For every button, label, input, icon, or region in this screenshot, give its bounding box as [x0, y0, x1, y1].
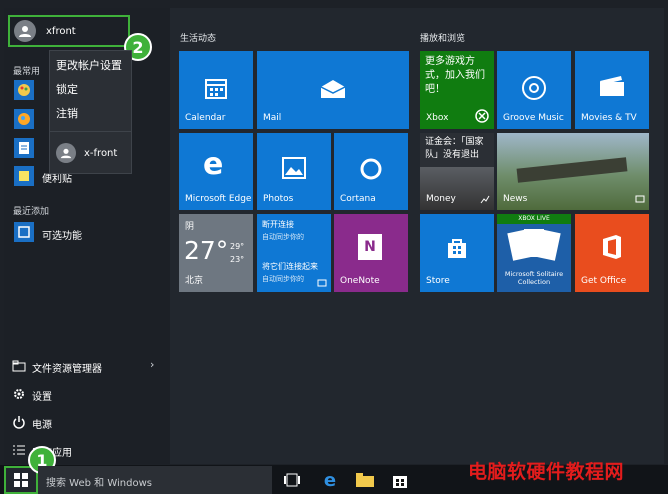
paint3d-app-icon[interactable] — [14, 109, 34, 129]
onenote-tile[interactable]: N OneNote — [334, 214, 408, 292]
news-image — [516, 157, 628, 183]
news-tile[interactable]: News — [497, 133, 649, 210]
groove-icon — [522, 76, 546, 100]
xbox-label: Xbox — [426, 113, 449, 123]
edge-label: Microsoft Edge — [185, 194, 252, 204]
movies-tile[interactable]: Movies & TV — [575, 51, 649, 129]
store-tile[interactable]: Store — [420, 214, 494, 292]
file-explorer-item[interactable]: 文件资源管理器 › — [12, 358, 162, 375]
onenote-label: OneNote — [340, 276, 380, 286]
folder-icon — [12, 360, 26, 372]
other-user-name: x-front — [84, 147, 118, 159]
cortana-label: Cortana — [340, 194, 376, 204]
account-flyout: 更改帐户设置 锁定 注销 x-front — [49, 50, 132, 174]
most-used-heading: 最常用 — [13, 67, 41, 77]
xbox-icon — [475, 109, 489, 123]
section-title-play: 播放和浏览 — [420, 34, 466, 44]
change-account-settings-item[interactable]: 更改帐户设置 — [56, 57, 122, 73]
money-label: Money — [426, 194, 456, 204]
store-bag-icon — [448, 239, 466, 258]
user-name: xfront — [46, 25, 76, 37]
gear-icon — [14, 389, 24, 399]
weather-low: 23° — [230, 255, 245, 264]
settings-item[interactable]: 设置 — [12, 386, 162, 403]
task-view-icon[interactable] — [282, 470, 302, 490]
xbox-promo-text: 更多游戏方式，加入我们吧！ — [425, 56, 485, 95]
recently-added-heading: 最近添加 — [13, 207, 50, 217]
xbox-tile[interactable]: 更多游戏方式，加入我们吧！ Xbox — [420, 51, 494, 129]
mail-icon — [320, 80, 346, 98]
groove-tile[interactable]: Groove Music — [497, 51, 571, 129]
weather-temp: 27° — [184, 236, 229, 265]
solitaire-label: Microsoft Solitaire Collection — [504, 270, 564, 286]
playing-card-icon — [535, 229, 561, 261]
power-icon — [13, 416, 25, 429]
notepad-app-icon[interactable] — [14, 138, 34, 158]
file-explorer-taskbar-icon[interactable] — [355, 470, 375, 490]
user-avatar-icon — [14, 20, 36, 42]
photos-icon — [282, 157, 306, 179]
search-box[interactable]: 搜索 Web 和 Windows — [38, 466, 272, 494]
site-watermark: 电脑软硬件教程网 — [468, 461, 625, 483]
settings-label: 设置 — [32, 392, 52, 403]
weather-city: 北京 — [185, 276, 204, 286]
store-label: Store — [426, 276, 450, 286]
solitaire-tile[interactable]: XBOX LIVE Microsoft Solitaire Collection — [497, 214, 571, 292]
chart-icon — [480, 195, 490, 204]
section-title-life: 生活动态 — [180, 34, 217, 44]
power-item[interactable]: 电源 — [12, 414, 162, 431]
optional-features-icon[interactable] — [14, 222, 34, 242]
onenote-icon: N — [358, 234, 382, 260]
calendar-icon — [205, 79, 227, 99]
store-taskbar-icon[interactable] — [390, 470, 410, 490]
mail-label: Mail — [263, 113, 282, 123]
cortana-icon — [360, 158, 382, 180]
get-office-label: Get Office — [581, 276, 627, 286]
sign-out-item[interactable]: 注销 — [56, 105, 78, 121]
weather-high: 29° — [230, 242, 245, 251]
weather-tile[interactable]: 阴 27° 29° 23° 北京 — [179, 214, 253, 292]
photos-label: Photos — [263, 194, 294, 204]
flyout-divider — [50, 131, 131, 132]
clapperboard-icon — [600, 76, 624, 96]
news-sync-title-top: 断开连接 — [262, 220, 294, 229]
sticky-notes-app-icon[interactable] — [14, 166, 34, 186]
file-explorer-label: 文件资源管理器 — [32, 364, 102, 375]
get-office-tile[interactable]: Get Office — [575, 214, 649, 292]
user-account-button[interactable]: xfront — [8, 15, 130, 47]
calendar-label: Calendar — [185, 113, 226, 123]
news-sync-tile[interactable]: 断开连接 自动同步你的 将它们连接起来 自动同步你的 — [257, 214, 331, 292]
weather-condition: 阴 — [185, 222, 195, 232]
windows-logo-icon — [14, 473, 28, 487]
sync-icon — [317, 279, 327, 287]
cortana-tile[interactable]: Cortana — [334, 133, 408, 210]
money-tile[interactable]: 证金会：「国家队」没有退出 Money — [420, 133, 494, 210]
mail-tile[interactable]: Mail — [257, 51, 409, 129]
office-icon — [603, 235, 621, 259]
chevron-right-icon: › — [150, 358, 155, 371]
switch-user-item[interactable]: x-front — [56, 143, 117, 163]
list-icon — [13, 445, 25, 455]
edge-icon: e — [203, 147, 224, 182]
groove-label: Groove Music — [503, 113, 564, 123]
other-user-avatar-icon — [56, 143, 76, 163]
search-placeholder: 搜索 Web 和 Windows — [46, 478, 152, 489]
optional-features-label[interactable]: 可选功能 — [42, 227, 82, 242]
news-sync-title-bottom: 将它们连接起来 — [262, 262, 318, 271]
edge-tile[interactable]: e Microsoft Edge — [179, 133, 253, 210]
edge-taskbar-icon[interactable]: e — [320, 470, 340, 491]
movies-label: Movies & TV — [581, 113, 637, 123]
paint-app-icon[interactable] — [14, 80, 34, 100]
news-icon — [635, 195, 645, 203]
lock-item[interactable]: 锁定 — [56, 81, 78, 97]
money-headline: 证金会：「国家队」没有退出 — [425, 137, 484, 160]
news-sync-sub-top: 自动同步你的 — [262, 233, 304, 241]
photos-tile[interactable]: Photos — [257, 133, 331, 210]
xbox-live-badge: XBOX LIVE — [497, 214, 571, 224]
power-label: 电源 — [32, 420, 52, 431]
news-sync-sub-bottom: 自动同步你的 — [262, 275, 304, 283]
calendar-tile[interactable]: Calendar — [179, 51, 253, 129]
news-label: News — [503, 194, 528, 204]
